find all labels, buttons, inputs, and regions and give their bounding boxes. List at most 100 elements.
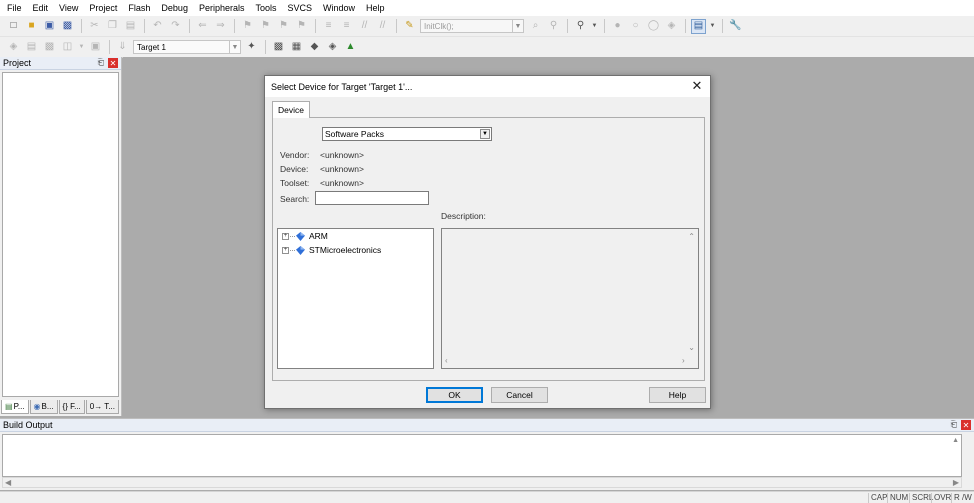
run-time-environment-icon[interactable]: ▲ — [343, 40, 358, 55]
tab-functions[interactable]: {} F... — [58, 400, 85, 414]
menu-help[interactable]: Help — [366, 3, 385, 13]
scroll-right-icon[interactable]: › — [682, 356, 685, 365]
compile-icon[interactable]: ◈ — [6, 40, 21, 55]
scroll-left-icon[interactable]: ◀ — [5, 478, 11, 487]
find-in-files-icon[interactable]: ✎ — [402, 19, 417, 34]
file-extensions-icon[interactable]: ▩ — [271, 40, 286, 55]
scroll-down-icon[interactable]: ⌄ — [688, 343, 695, 352]
new-file-icon[interactable]: □ — [6, 19, 21, 34]
bookmark-prev-icon[interactable]: ⚑ — [258, 19, 273, 34]
find-icon[interactable]: ⌕ — [528, 19, 543, 34]
tree-item-arm[interactable]: + ARM — [282, 230, 328, 242]
scroll-up-icon[interactable]: ⌃ — [688, 232, 695, 241]
breakpoint-clear-icon[interactable]: ◯ — [646, 19, 661, 34]
menu-view[interactable]: View — [59, 3, 78, 13]
breakpoint-icon[interactable]: ● — [610, 19, 625, 34]
menu-flash[interactable]: Flash — [128, 3, 150, 13]
scroll-left-icon[interactable]: ‹ — [445, 356, 448, 365]
window-layout-icon[interactable]: ▤ — [691, 18, 706, 34]
pack-installer-icon[interactable]: ◈ — [325, 40, 340, 55]
batch-build-dropdown-icon[interactable]: ▼ — [78, 40, 85, 55]
toolbar-separator — [144, 19, 145, 33]
nav-forward-icon[interactable]: ⇒ — [213, 19, 228, 34]
close-icon[interactable]: ✕ — [108, 58, 118, 68]
tab-books[interactable]: ◉ B... — [29, 400, 58, 414]
options-for-target-icon[interactable]: ✦ — [244, 40, 259, 55]
menu-project[interactable]: Project — [89, 3, 117, 13]
comment-icon[interactable]: // — [357, 19, 372, 34]
tab-templates[interactable]: 0→ T... — [85, 400, 119, 414]
menu-file[interactable]: File — [7, 3, 22, 13]
expand-icon[interactable]: + — [282, 246, 289, 254]
function-combo[interactable]: InitClk(); ▼ — [420, 19, 524, 33]
toolbar-separator — [81, 19, 82, 33]
tab-device-label: Device — [278, 105, 304, 115]
search-input[interactable] — [315, 191, 429, 205]
ok-button[interactable]: OK — [426, 387, 483, 403]
zoom-dropdown-icon[interactable]: ▼ — [591, 19, 598, 34]
build-icon[interactable]: ▤ — [24, 40, 39, 55]
scroll-right-icon[interactable]: ▶ — [953, 478, 959, 487]
chevron-down-icon[interactable]: ▼ — [229, 41, 240, 53]
pin-icon[interactable]: ⎗ — [951, 420, 957, 430]
scroll-up-icon[interactable]: ▲ — [952, 437, 959, 444]
batch-build-icon[interactable]: ◫ — [60, 40, 75, 55]
menu-tools[interactable]: Tools — [255, 3, 276, 13]
pack-select[interactable]: Software Packs ▼ — [322, 127, 492, 141]
manage-components-icon[interactable]: ▦ — [289, 40, 304, 55]
build-output-text[interactable]: ▲ — [2, 434, 962, 477]
toolbar-separator — [722, 19, 723, 33]
project-tree[interactable] — [2, 72, 119, 397]
redo-icon[interactable]: ↷ — [168, 19, 183, 34]
chevron-down-icon[interactable]: ▼ — [512, 20, 523, 32]
main-toolbar: □ ■ ▣ ▩ ✂ ❐ ▤ ↶ ↷ ⇐ ⇒ ⚑ ⚑ ⚑ ⚑ ≡ ≡ // // … — [0, 16, 974, 37]
save-icon[interactable]: ▣ — [42, 19, 57, 34]
build-output-hscrollbar[interactable]: ◀ ▶ — [2, 477, 962, 488]
unindent-icon[interactable]: ≡ — [339, 19, 354, 34]
help-button[interactable]: Help — [649, 387, 706, 403]
stop-build-icon[interactable]: ▣ — [88, 40, 103, 55]
download-icon[interactable]: ⇓ — [115, 40, 130, 55]
toolbar-separator — [685, 19, 686, 33]
close-icon[interactable]: ✕ — [961, 420, 971, 430]
nav-back-icon[interactable]: ⇐ — [195, 19, 210, 34]
uncomment-icon[interactable]: // — [375, 19, 390, 34]
select-packs-icon[interactable]: ◆ — [307, 40, 322, 55]
window-layout-dropdown-icon[interactable]: ▼ — [709, 19, 716, 34]
copy-icon[interactable]: ❐ — [105, 19, 120, 34]
menu-edit[interactable]: Edit — [33, 3, 49, 13]
tab-device[interactable]: Device — [272, 101, 310, 118]
indent-icon[interactable]: ≡ — [321, 19, 336, 34]
bookmark-next-icon[interactable]: ⚑ — [276, 19, 291, 34]
function-combo-text: InitClk(); — [424, 21, 454, 31]
device-tree[interactable]: + ARM + STMicroelectronics — [277, 228, 434, 369]
tab-project[interactable]: ▤ P... — [1, 400, 29, 414]
cut-icon[interactable]: ✂ — [87, 19, 102, 34]
tree-item-stmicroelectronics[interactable]: + STMicroelectronics — [282, 244, 381, 256]
config-wrench-icon[interactable]: 🔧 — [728, 19, 743, 34]
breakpoint-kill-icon[interactable]: ◈ — [664, 19, 679, 34]
pin-icon[interactable]: ⎗ — [98, 58, 104, 68]
expand-icon[interactable]: + — [282, 232, 289, 240]
rebuild-icon[interactable]: ▩ — [42, 40, 57, 55]
close-icon[interactable]: ✕ — [690, 79, 704, 93]
description-box[interactable]: ⌃ ⌄ ‹ › — [441, 228, 699, 369]
menu-peripherals[interactable]: Peripherals — [199, 3, 245, 13]
undo-icon[interactable]: ↶ — [150, 19, 165, 34]
menu-svcs[interactable]: SVCS — [288, 3, 313, 13]
zoom-icon[interactable]: ⚲ — [573, 19, 588, 34]
save-all-icon[interactable]: ▩ — [60, 19, 75, 34]
bookmark-clear-icon[interactable]: ⚑ — [294, 19, 309, 34]
paste-icon[interactable]: ▤ — [123, 19, 138, 34]
menu-window[interactable]: Window — [323, 3, 355, 13]
open-folder-icon[interactable]: ■ — [24, 19, 39, 34]
cancel-button[interactable]: Cancel — [491, 387, 548, 403]
bookmark-icon[interactable]: ⚑ — [240, 19, 255, 34]
incremental-find-icon[interactable]: ⚲ — [546, 19, 561, 34]
chevron-down-icon[interactable]: ▼ — [480, 129, 490, 139]
toolbar-separator — [567, 19, 568, 33]
menu-debug[interactable]: Debug — [161, 3, 188, 13]
breakpoint-disable-icon[interactable]: ○ — [628, 19, 643, 34]
target-combo[interactable]: Target 1 ▼ — [133, 40, 241, 54]
status-ovr: OVR — [931, 493, 951, 503]
